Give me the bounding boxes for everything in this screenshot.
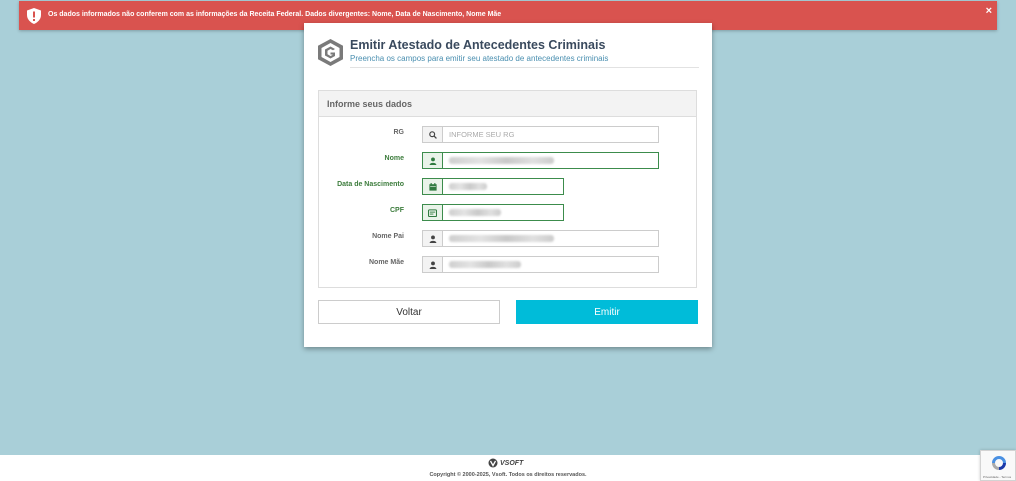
field-label: Nome	[384, 155, 404, 162]
field-data-nascimento: Data de Nascimento	[319, 178, 696, 195]
brand-name: VSOFT	[500, 459, 524, 467]
field-label: RG	[393, 129, 405, 136]
nome-input-group	[422, 152, 659, 169]
field-rg: RG INFORME SEU RG	[319, 126, 696, 143]
id-card-icon	[423, 205, 443, 220]
recaptcha-icon	[992, 456, 1006, 470]
form-panel: Informe seus dados RG INFORME SEU RG Nom…	[318, 90, 697, 288]
data-nascimento-input-group	[422, 178, 564, 195]
close-icon[interactable]: ×	[986, 6, 992, 17]
user-icon	[423, 257, 443, 272]
back-button[interactable]: Voltar	[318, 300, 500, 324]
field-label: CPF	[390, 207, 404, 214]
nome-pai-input[interactable]	[443, 231, 658, 246]
recaptcha-badge[interactable]: Privacidade - Termos	[980, 450, 1016, 481]
main-card: Emitir Atestado de Antecedentes Criminai…	[304, 23, 712, 347]
field-nome-mae: Nome Mãe	[319, 256, 696, 273]
rg-input-group: INFORME SEU RG	[422, 126, 659, 143]
field-nome: Nome	[319, 152, 696, 169]
rg-input[interactable]: INFORME SEU RG	[443, 127, 658, 142]
field-label: Nome Pai	[372, 233, 404, 240]
field-cpf: CPF	[319, 204, 696, 221]
field-label: Nome Mãe	[368, 259, 404, 266]
logo-icon	[318, 39, 343, 66]
field-nome-pai: Nome Pai	[319, 230, 696, 247]
user-icon	[423, 231, 443, 246]
page-title: Emitir Atestado de Antecedentes Criminai…	[350, 38, 606, 52]
cpf-input-group	[422, 204, 564, 221]
shield-icon	[27, 8, 41, 24]
nome-input[interactable]	[443, 153, 658, 168]
search-icon	[423, 127, 443, 142]
recaptcha-links[interactable]: Privacidade - Termos	[983, 475, 1011, 479]
data-nascimento-input[interactable]	[443, 179, 563, 194]
nome-mae-input-group	[422, 256, 659, 273]
nome-mae-input[interactable]	[443, 257, 658, 272]
brand: VSOFT	[488, 458, 523, 468]
divider	[350, 67, 699, 68]
alert-message: Os dados informados não conferem com as …	[48, 11, 502, 18]
vsoft-logo-icon	[488, 458, 498, 468]
cpf-input[interactable]	[443, 205, 563, 220]
footer: VSOFT Copyright © 2000-2025, Vsoft. Todo…	[0, 455, 1016, 481]
panel-title: Informe seus dados	[319, 91, 696, 117]
emit-button[interactable]: Emitir	[516, 300, 698, 324]
nome-pai-input-group	[422, 230, 659, 247]
calendar-icon	[423, 179, 443, 194]
page-subtitle: Preencha os campos para emitir seu atest…	[350, 54, 609, 63]
field-label: Data de Nascimento	[337, 181, 404, 188]
user-icon	[423, 153, 443, 168]
copyright: Copyright © 2000-2025, Vsoft. Todos os d…	[429, 472, 587, 478]
